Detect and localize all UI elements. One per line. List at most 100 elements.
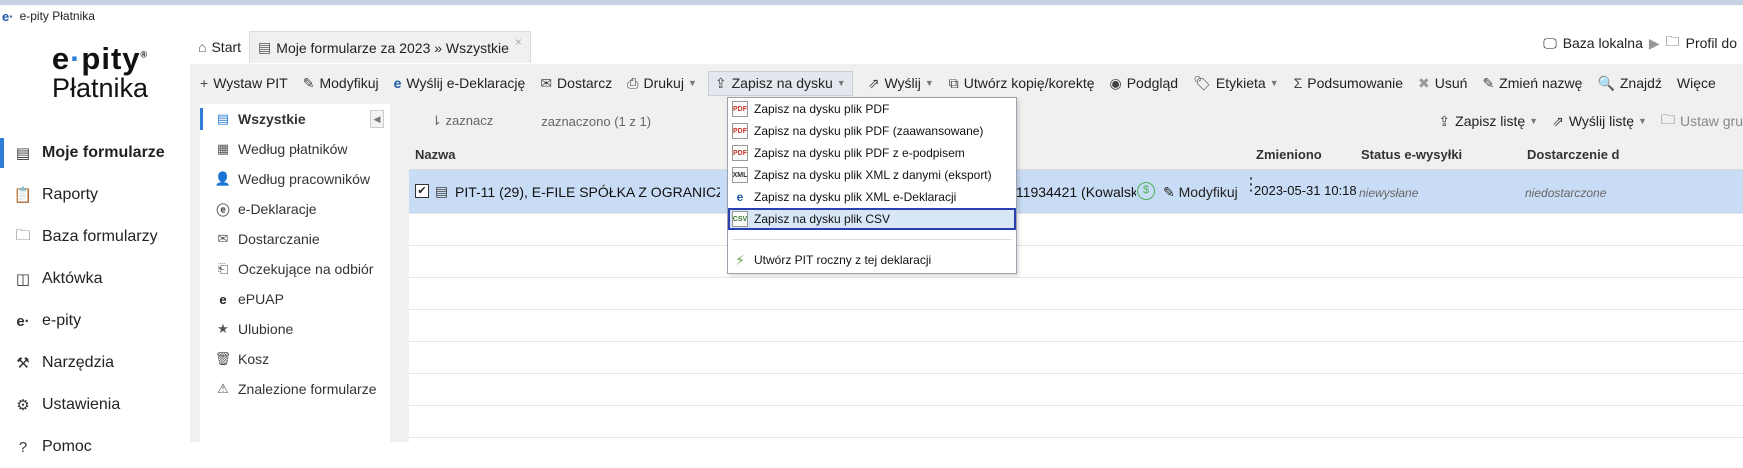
utworz-kopie-button[interactable]: ⧉ Utwórz kopię/korektę xyxy=(949,75,1095,92)
ustaw-grupe-button[interactable]: 🗀 Ustaw gru xyxy=(1661,109,1743,133)
menu-item-save-pdf[interactable]: PDF Zapisz na dysku plik PDF xyxy=(728,98,1016,120)
sidebar-item-moje-formularze[interactable]: ▤ Moje formularze xyxy=(0,132,188,174)
csv-icon: CSV xyxy=(732,211,748,227)
filter-e-deklaracje[interactable]: ⓔ e-Deklaracje xyxy=(200,194,390,224)
filter-dostarczanie[interactable]: ✉ Dostarczanie xyxy=(200,224,390,254)
sidebar-item-narzedzia[interactable]: ⚒ Narzędzia xyxy=(0,342,188,384)
wiecej-button[interactable]: Więce xyxy=(1677,75,1716,91)
wyslij-edeklaracje-button[interactable]: e Wyślij e-Deklarację xyxy=(394,75,526,91)
menu-item-save-pdf-advanced[interactable]: PDF Zapisz na dysku plik PDF (zaawansowa… xyxy=(728,120,1016,142)
warning-icon: ⚠ xyxy=(217,381,229,396)
caret-down-icon: ▼ xyxy=(1638,116,1647,126)
save-dropdown-menu: PDF Zapisz na dysku plik PDF PDF Zapisz … xyxy=(727,97,1017,274)
etykieta-button[interactable]: 🏷 Etykieta ▼ xyxy=(1193,75,1279,92)
breadcrumb: 🖵 Baza lokalna ▶ 🗀 Profil do xyxy=(1543,32,1743,54)
wystaw-pit-button[interactable]: + Wystaw PIT xyxy=(200,75,288,91)
filter-wedlug-platnikow[interactable]: ▦ Według płatników xyxy=(200,134,390,164)
sidebar-nav: ▤ Moje formularze 📋 Raporty 🗀 Baza formu… xyxy=(0,132,188,468)
menu-item-create-annual-pit[interactable]: ⚡ Utwórz PIT roczny z tej deklaracji xyxy=(728,249,1016,271)
menu-item-save-xml-edeklaracji[interactable]: e Zapisz na dysku plik XML e-Deklaracji xyxy=(728,186,1016,208)
drukuj-button[interactable]: ⎙ Drukuj ▼ xyxy=(627,75,697,92)
tab-start[interactable]: ⌂ Start xyxy=(190,31,250,63)
zaznacz-link[interactable]: ⇂ zaznacz xyxy=(431,113,493,129)
close-tab-icon[interactable]: × xyxy=(515,35,522,49)
table-row[interactable]: ✔ ▤ PIT-11 (29), E-FILE SPÓŁKA Z OGRANIC… xyxy=(409,170,1743,214)
eye-icon: ◉ xyxy=(1109,74,1122,91)
logo: e·pity® Płatnika xyxy=(51,41,149,103)
row-status: niewysłane xyxy=(1359,186,1419,200)
menu-item-save-xml-export[interactable]: XML Zapisz na dysku plik XML z danymi (e… xyxy=(728,164,1016,186)
save-disk-icon: ⇪ xyxy=(714,74,727,91)
xml-icon: XML xyxy=(732,167,748,183)
zapisz-na-dysku-button[interactable]: ⇪ Zapisz na dysku ▼ xyxy=(707,70,853,96)
zapisz-liste-button[interactable]: ⇪ Zapisz listę ▼ xyxy=(1438,113,1538,130)
magic-wand-icon: ⚡ xyxy=(735,251,745,268)
filter-epuap[interactable]: e ePUAP xyxy=(200,284,390,314)
document-icon: ▤ xyxy=(258,39,272,55)
folder-icon: 🗀 xyxy=(15,226,31,244)
column-zmieniono[interactable]: Zmieniono xyxy=(1256,147,1322,162)
more-options-icon[interactable]: ⋮ xyxy=(1242,175,1260,193)
sidebar-item-ustawienia[interactable]: ⚙ Ustawienia xyxy=(0,384,188,426)
filter-wedlug-pracownikow[interactable]: 👤 Według pracowników xyxy=(200,164,390,194)
column-dostarczenie[interactable]: Dostarczenie d xyxy=(1527,147,1619,162)
usun-button[interactable]: ✖ Usuń xyxy=(1418,75,1467,92)
send-icon: ⇗ xyxy=(867,74,880,91)
monitor-icon: 🖵 xyxy=(1543,34,1557,51)
modyfikuj-button[interactable]: ✎ Modyfikuj xyxy=(303,75,379,92)
filter-ulubione[interactable]: ★ Ulubione xyxy=(200,314,390,344)
filter-wszystkie[interactable]: ▤ Wszystkie xyxy=(200,104,390,134)
caret-down-icon: ▼ xyxy=(1529,116,1539,126)
menu-item-save-csv[interactable]: CSV Zapisz na dysku plik CSV xyxy=(728,208,1016,230)
dostarcz-button[interactable]: ✉ Dostarcz xyxy=(540,75,612,92)
row-checkbox[interactable]: ✔ xyxy=(415,184,429,198)
delete-x-icon: ✖ xyxy=(1418,74,1430,91)
folder-icon: 🗀 xyxy=(1665,33,1680,49)
app-icon: e· xyxy=(2,8,14,24)
clipboard-icon: 📋 xyxy=(13,187,33,204)
filter-panel: ◀ ▤ Wszystkie ▦ Według płatników 👤 Według p… xyxy=(200,104,390,442)
menu-item-save-pdf-signed[interactable]: PDF Zapisz na dysku plik PDF z e-podpise… xyxy=(728,142,1016,164)
caret-down-icon: ▼ xyxy=(1269,78,1279,88)
document-icon: ▤ xyxy=(216,111,230,126)
row-delivery: niedostarczone xyxy=(1525,186,1607,200)
table-row xyxy=(409,310,1743,342)
gear-icon: ⚙ xyxy=(16,397,30,414)
building-icon: ▦ xyxy=(216,141,230,156)
filter-oczekujace[interactable]: ⎗ Oczekujące na odbiór xyxy=(200,254,390,284)
row-date: 2023-05-31 10:18 xyxy=(1254,183,1357,198)
home-icon: ⌂ xyxy=(198,39,207,55)
znajdz-button[interactable]: 🔍 Znajdź xyxy=(1597,75,1661,92)
row-modify-button[interactable]: ✎ Modyfikuj xyxy=(1163,184,1238,201)
wyslij-liste-button[interactable]: ⇗ Wyślij listę ▼ xyxy=(1552,113,1647,130)
caret-down-icon: ▼ xyxy=(687,78,697,88)
edeklaracje-icon: e xyxy=(393,75,402,91)
wyslij-button[interactable]: ⇗ Wyślij ▼ xyxy=(868,75,934,92)
zmien-nazwe-button[interactable]: ✎ Zmień nazwę xyxy=(1482,75,1582,92)
filter-znalezione[interactable]: ⚠ Znalezione formularze xyxy=(200,374,390,404)
podglad-button[interactable]: ◉ Podgląd xyxy=(1110,75,1179,92)
epuap-icon: e xyxy=(219,291,227,307)
sidebar-item-raporty[interactable]: 📋 Raporty xyxy=(0,174,188,216)
column-status[interactable]: Status e-wysyłki xyxy=(1361,147,1462,162)
tab-moje-formularze[interactable]: ▤ Moje formularze za 2023 » Wszystkie × xyxy=(249,31,531,63)
filter-kosz[interactable]: 🗑 Kosz xyxy=(200,344,390,374)
caret-down-icon: ▼ xyxy=(924,78,934,88)
sidebar-item-aktowka[interactable]: ◫ Aktówka xyxy=(0,258,188,300)
profile-link[interactable]: Profil do xyxy=(1686,35,1737,51)
sidebar-item-pomoc[interactable]: ? Pomoc xyxy=(0,426,188,468)
sidebar-item-e-pity[interactable]: e· e-pity xyxy=(0,300,188,342)
forms-grid: ⇂ zaznacz zaznaczono (1 z 1) ⇪ Zapisz lis… xyxy=(409,104,1743,442)
podsumowanie-button[interactable]: Σ Podsumowanie xyxy=(1294,75,1403,91)
table-row xyxy=(409,246,1743,278)
epity-icon: e· xyxy=(16,312,30,330)
title-bar: e· e-pity Płatnika xyxy=(0,5,1743,27)
column-nazwa[interactable]: Nazwa xyxy=(415,147,455,162)
table-row xyxy=(409,374,1743,406)
table-row xyxy=(409,278,1743,310)
folder-icon: 🗀 xyxy=(1660,111,1675,127)
local-db-link[interactable]: Baza lokalna xyxy=(1563,35,1643,51)
menu-separator xyxy=(732,239,1012,240)
tools-icon: ⚒ xyxy=(16,355,30,372)
sidebar-item-baza-formularzy[interactable]: 🗀 Baza formularzy xyxy=(0,216,188,258)
